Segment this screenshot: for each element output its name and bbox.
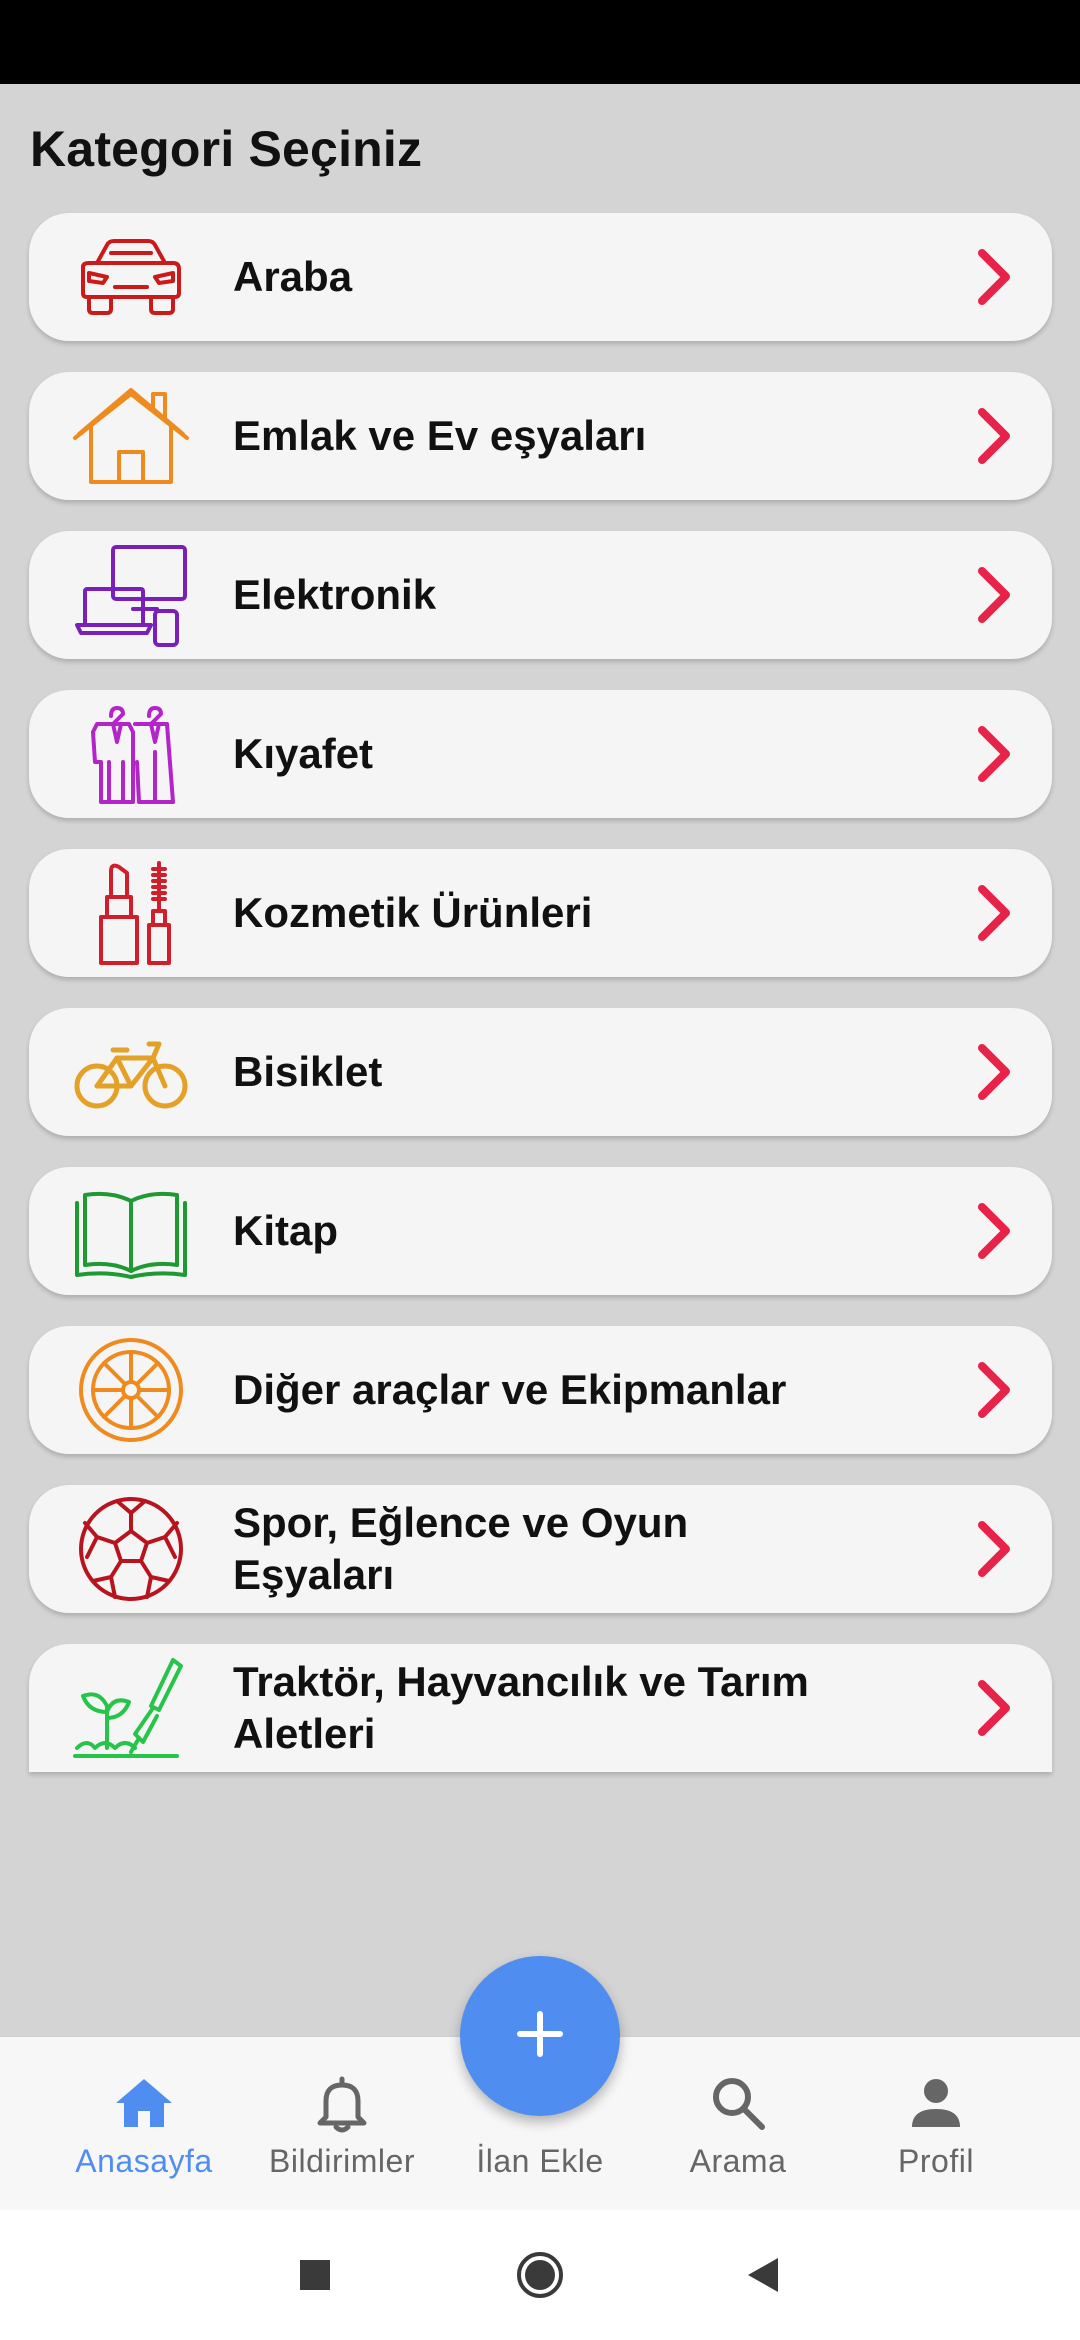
category-label: Kitap	[233, 1207, 338, 1254]
category-item-spor[interactable]: Spor, Eğlence ve Oyun Eşyaları	[29, 1485, 1052, 1613]
car-icon	[73, 225, 189, 329]
chevron-right-icon	[960, 1517, 1024, 1581]
category-label: Araba	[233, 253, 353, 300]
nav-item-bildirimler[interactable]: Bildirimler	[242, 2037, 442, 2211]
category-item-elektronik[interactable]: Elektronik	[29, 531, 1052, 659]
person-icon	[904, 2071, 968, 2135]
clothes-icon	[73, 702, 189, 806]
system-navigation-bar	[0, 2210, 1080, 2340]
category-item-kiyafet[interactable]: Kıyafet	[29, 690, 1052, 818]
add-listing-button[interactable]	[460, 1956, 620, 2116]
chevron-right-icon	[960, 722, 1024, 786]
nav-item-anasayfa[interactable]: Anasayfa	[44, 2037, 244, 2211]
chevron-right-icon	[960, 1358, 1024, 1422]
chevron-right-icon	[960, 404, 1024, 468]
nav-label: Arama	[689, 2143, 787, 2179]
devices-icon	[73, 543, 189, 647]
nav-item-profil[interactable]: Profil	[836, 2037, 1036, 2211]
nav-label: Profil	[898, 2143, 974, 2179]
category-label: Elektronik	[233, 571, 437, 618]
book-icon	[73, 1179, 189, 1283]
nav-label: Anasayfa	[75, 2143, 213, 2179]
football-icon	[73, 1497, 189, 1601]
home-icon	[112, 2071, 176, 2135]
chevron-right-icon	[960, 1676, 1024, 1740]
category-item-kozmetik[interactable]: Kozmetik Ürünleri	[29, 849, 1052, 977]
bicycle-icon	[73, 1020, 189, 1124]
category-item-kitap[interactable]: Kitap	[29, 1167, 1052, 1295]
status-bar	[0, 0, 1080, 84]
category-label: Kozmetik Ürünleri	[233, 889, 593, 936]
home-button[interactable]	[515, 2250, 565, 2300]
category-label: Spor, Eğlence ve Oyun Eşyaları	[233, 1499, 689, 1598]
house-icon	[73, 384, 189, 488]
category-item-emlak[interactable]: Emlak ve Ev eşyaları	[29, 372, 1052, 500]
category-item-araba[interactable]: Araba	[29, 213, 1052, 341]
category-label: Kıyafet	[233, 730, 374, 777]
category-label: Traktör, Hayvancılık ve Tarım Aletleri	[233, 1658, 809, 1757]
category-label: Bisiklet	[233, 1048, 383, 1095]
chevron-right-icon	[960, 1199, 1024, 1263]
chevron-right-icon	[960, 245, 1024, 309]
category-list: Araba Emlak ve Ev eşyaları Elektronik Kı…	[29, 213, 1052, 1803]
nav-item-arama[interactable]: Arama	[638, 2037, 838, 2211]
chevron-right-icon	[960, 881, 1024, 945]
category-item-bisiklet[interactable]: Bisiklet	[29, 1008, 1052, 1136]
bell-icon	[310, 2071, 374, 2135]
chevron-right-icon	[960, 563, 1024, 627]
category-label: Emlak ve Ev eşyaları	[233, 412, 647, 459]
category-item-diger-araclar[interactable]: Diğer araçlar ve Ekipmanlar	[29, 1326, 1052, 1454]
plus-icon	[514, 2008, 566, 2065]
nav-label: Bildirimler	[269, 2143, 415, 2179]
wheel-icon	[73, 1338, 189, 1442]
page-title: Kategori Seçiniz	[30, 121, 423, 177]
cosmetics-icon	[73, 861, 189, 965]
nav-label: İlan Ekle	[476, 2143, 604, 2179]
category-item-traktor[interactable]: Traktör, Hayvancılık ve Tarım Aletleri	[29, 1644, 1052, 1772]
chevron-right-icon	[960, 1040, 1024, 1104]
recents-button[interactable]	[290, 2250, 340, 2300]
back-button[interactable]	[740, 2250, 790, 2300]
search-icon	[706, 2071, 770, 2135]
category-label: Diğer araçlar ve Ekipmanlar	[233, 1366, 787, 1413]
garden-tools-icon	[73, 1656, 189, 1760]
